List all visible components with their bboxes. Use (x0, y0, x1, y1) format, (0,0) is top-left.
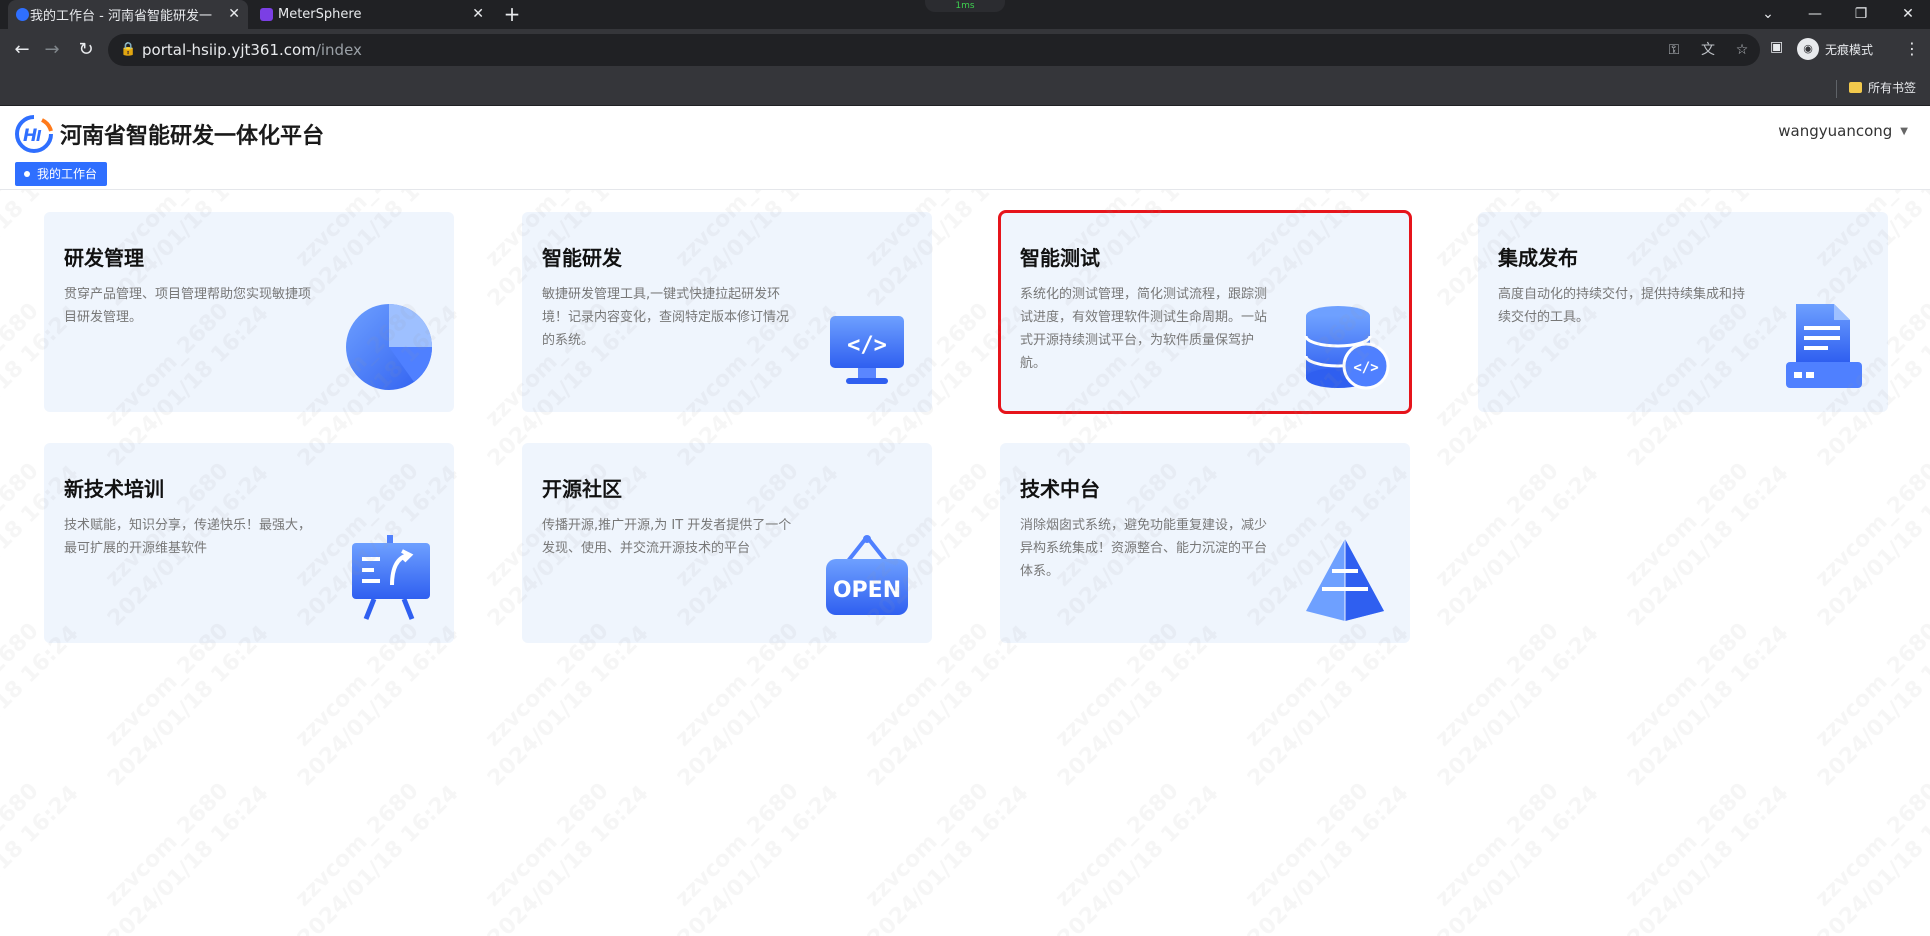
lock-icon[interactable]: 🔒 (120, 42, 136, 57)
code-monitor-icon: </> (830, 316, 904, 384)
new-tab-icon[interactable]: + (500, 2, 524, 26)
watermark-text: zzvcom_26802024/01/18 16:24 (670, 778, 844, 936)
watermark-text: zzvcom_26802024/01/18 16:24 (1430, 778, 1604, 936)
open-sign-icon: OPEN (826, 535, 908, 615)
watermark-text: zzvcom_26802024/01/18 16:24 (1430, 618, 1604, 792)
svg-text:</>: </> (1353, 360, 1378, 376)
svg-text:OPEN: OPEN (833, 578, 901, 603)
bookmark-star-icon[interactable]: ☆ (1732, 40, 1752, 60)
browser-tab-strip: 我的工作台 - 河南省智能研发一 ✕ MeterSphere ✕ + 1ms ⌄… (0, 0, 1930, 29)
presentation-board-icon (352, 535, 430, 620)
forward-arrow-icon[interactable]: → (40, 38, 64, 62)
watermark-text: zzvcom_26802024/01/18 16:24 (1050, 778, 1224, 936)
watermark-text: zzvcom_26802024/01/18 16:24 (1810, 458, 1930, 632)
url-text: portal-hsiip.yjt361.com/index (142, 41, 362, 59)
card-description: 敏捷研发管理工具,一键式快捷拉起研发环境！记录内容变化，查阅特定版本修订情况的系… (542, 287, 790, 348)
favicon-icon (16, 8, 29, 21)
card-title: 研发管理 (64, 246, 144, 270)
pyramid-icon (1306, 539, 1384, 621)
all-bookmarks-label: 所有书签 (1867, 81, 1916, 95)
site-header: H I 河南省智能研发一体化平台 wangyuancong ▼ 我的工作台 (0, 106, 1930, 190)
watermark-text: zzvcom_26802024/01/18 16:24 (1810, 618, 1930, 792)
card-title: 新技术培训 (64, 477, 164, 501)
side-panel-icon[interactable]: ▣ (1770, 39, 1788, 59)
card-tech-training[interactable]: 新技术培训 技术赋能，知识分享，传递快乐！最强大，最可扩展的开源维基软件 (44, 443, 454, 643)
card-smart-dev[interactable]: 智能研发 敏捷研发管理工具,一键式快捷拉起研发环境！记录内容变化，查阅特定版本修… (522, 212, 932, 412)
tab-title: 我的工作台 - 河南省智能研发一 (30, 9, 212, 24)
back-arrow-icon[interactable]: ← (10, 38, 34, 62)
card-title: 智能测试 (1020, 246, 1100, 270)
svg-text:I: I (36, 127, 42, 145)
card-description: 技术赋能，知识分享，传递快乐！最强大，最可扩展的开源维基软件 (64, 518, 312, 556)
incognito-icon: ◉ (1797, 38, 1819, 60)
watermark-text: zzvcom_26802024/01/18 16:24 (1620, 778, 1794, 936)
address-bar[interactable]: 🔒 portal-hsiip.yjt361.com/index ⚿ 文 ☆ (108, 34, 1760, 66)
translate-icon[interactable]: 文 (1698, 40, 1718, 60)
restore-icon[interactable]: ❐ (1849, 2, 1873, 26)
close-tab-icon[interactable]: ✕ (228, 6, 240, 22)
tab-workbench[interactable]: 我的工作台 - 河南省智能研发一 ✕ (8, 0, 248, 29)
password-key-icon[interactable]: ⚿ (1664, 40, 1684, 60)
card-description: 传播开源,推广开源,为 IT 开发者提供了一个发现、使用、并交流开源技术的平台 (542, 518, 792, 556)
watermark-text: zzvcom_26802024/01/18 16:24 (1810, 778, 1930, 936)
card-title: 技术中台 (1020, 477, 1100, 501)
latency-indicator: 1ms (925, 0, 1005, 12)
platform-logo-icon: H I (15, 115, 53, 153)
minimize-icon[interactable]: — (1803, 2, 1827, 26)
watermark-text: zzvcom_26802024/01/18 16:24 (0, 778, 84, 936)
tab-search-chevron-icon[interactable]: ⌄ (1756, 2, 1780, 26)
tab-workbench-tag[interactable]: 我的工作台 (15, 162, 108, 186)
watermark-text: zzvcom_26802024/01/18 16:24 (860, 778, 1034, 936)
close-tab-icon[interactable]: ✕ (472, 6, 484, 22)
watermark-text: zzvcom_26802024/01/18 16:24 (1620, 458, 1794, 632)
card-title: 智能研发 (542, 246, 622, 270)
pie-chart-icon (346, 304, 432, 390)
incognito-indicator[interactable]: ◉ 无痕模式 (1797, 38, 1873, 60)
card-title: 集成发布 (1498, 246, 1578, 270)
browser-toolbar: ← → ↻ 🔒 portal-hsiip.yjt361.com/index ⚿ … (0, 29, 1930, 71)
username: wangyuancong (1778, 122, 1893, 140)
card-description: 消除烟囱式系统，避免功能重复建设，减少异构系统集成！资源整合、能力沉淀的平台体系… (1020, 518, 1268, 579)
site-title: 河南省智能研发一体化平台 (60, 124, 325, 149)
card-description: 高度自动化的持续交付，提供持续集成和持续交付的工具。 (1498, 287, 1746, 325)
tab-metersphere[interactable]: MeterSphere ✕ (252, 0, 492, 29)
folder-icon (1848, 82, 1862, 93)
card-rd-management[interactable]: 研发管理 贯穿产品管理、项目管理帮助您实现敏捷项目研发管理。 (44, 212, 454, 412)
card-tech-middle-platform[interactable]: 技术中台 消除烟囱式系统，避免功能重复建设，减少异构系统集成！资源整合、能力沉淀… (1000, 443, 1410, 643)
watermark-text: zzvcom_26802024/01/18 16:24 (290, 778, 464, 936)
all-bookmarks-button[interactable]: 所有书签 (1848, 79, 1916, 96)
database-code-icon: </> (1304, 306, 1390, 390)
watermark-text: zzvcom_26802024/01/18 16:24 (100, 778, 274, 936)
card-integration-release[interactable]: 集成发布 高度自动化的持续交付，提供持续集成和持续交付的工具。 (1478, 212, 1888, 412)
card-description: 系统化的测试管理，简化测试流程，跟踪测试进度，有效管理软件测试生命周期。一站式开… (1020, 287, 1268, 371)
caret-down-icon: ▼ (1900, 125, 1908, 137)
user-menu[interactable]: wangyuancong ▼ (1778, 122, 1908, 140)
incognito-label: 无痕模式 (1825, 42, 1874, 57)
page-content: H I 河南省智能研发一体化平台 wangyuancong ▼ 我的工作台 研发… (0, 106, 1930, 936)
watermark-text: zzvcom_26802024/01/18 16:24 (1240, 778, 1414, 936)
card-smart-testing[interactable]: 智能测试 系统化的测试管理，简化测试流程，跟踪测试进度，有效管理软件测试生命周期… (998, 210, 1412, 414)
tab-title: MeterSphere (278, 7, 362, 22)
bookmarks-bar: 所有书签 (0, 71, 1930, 106)
reload-icon[interactable]: ↻ (74, 38, 98, 62)
bookmarks-separator (1836, 80, 1837, 98)
metersphere-favicon-icon (260, 8, 273, 21)
watermark-text: zzvcom_26802024/01/18 16:24 (1620, 618, 1794, 792)
card-title: 开源社区 (542, 477, 622, 501)
browser-menu-icon[interactable]: ⋮ (1904, 39, 1920, 59)
watermark-text: zzvcom_26802024/01/18 16:24 (480, 778, 654, 936)
card-description: 贯穿产品管理、项目管理帮助您实现敏捷项目研发管理。 (64, 287, 312, 325)
card-open-source-community[interactable]: 开源社区 传播开源,推广开源,为 IT 开发者提供了一个发现、使用、并交流开源技… (522, 443, 932, 643)
watermark-text: zzvcom_26802024/01/18 16:24 (1430, 458, 1604, 632)
close-window-icon[interactable]: ✕ (1896, 2, 1920, 26)
document-server-icon (1786, 304, 1862, 388)
svg-text:</>: </> (847, 333, 887, 358)
